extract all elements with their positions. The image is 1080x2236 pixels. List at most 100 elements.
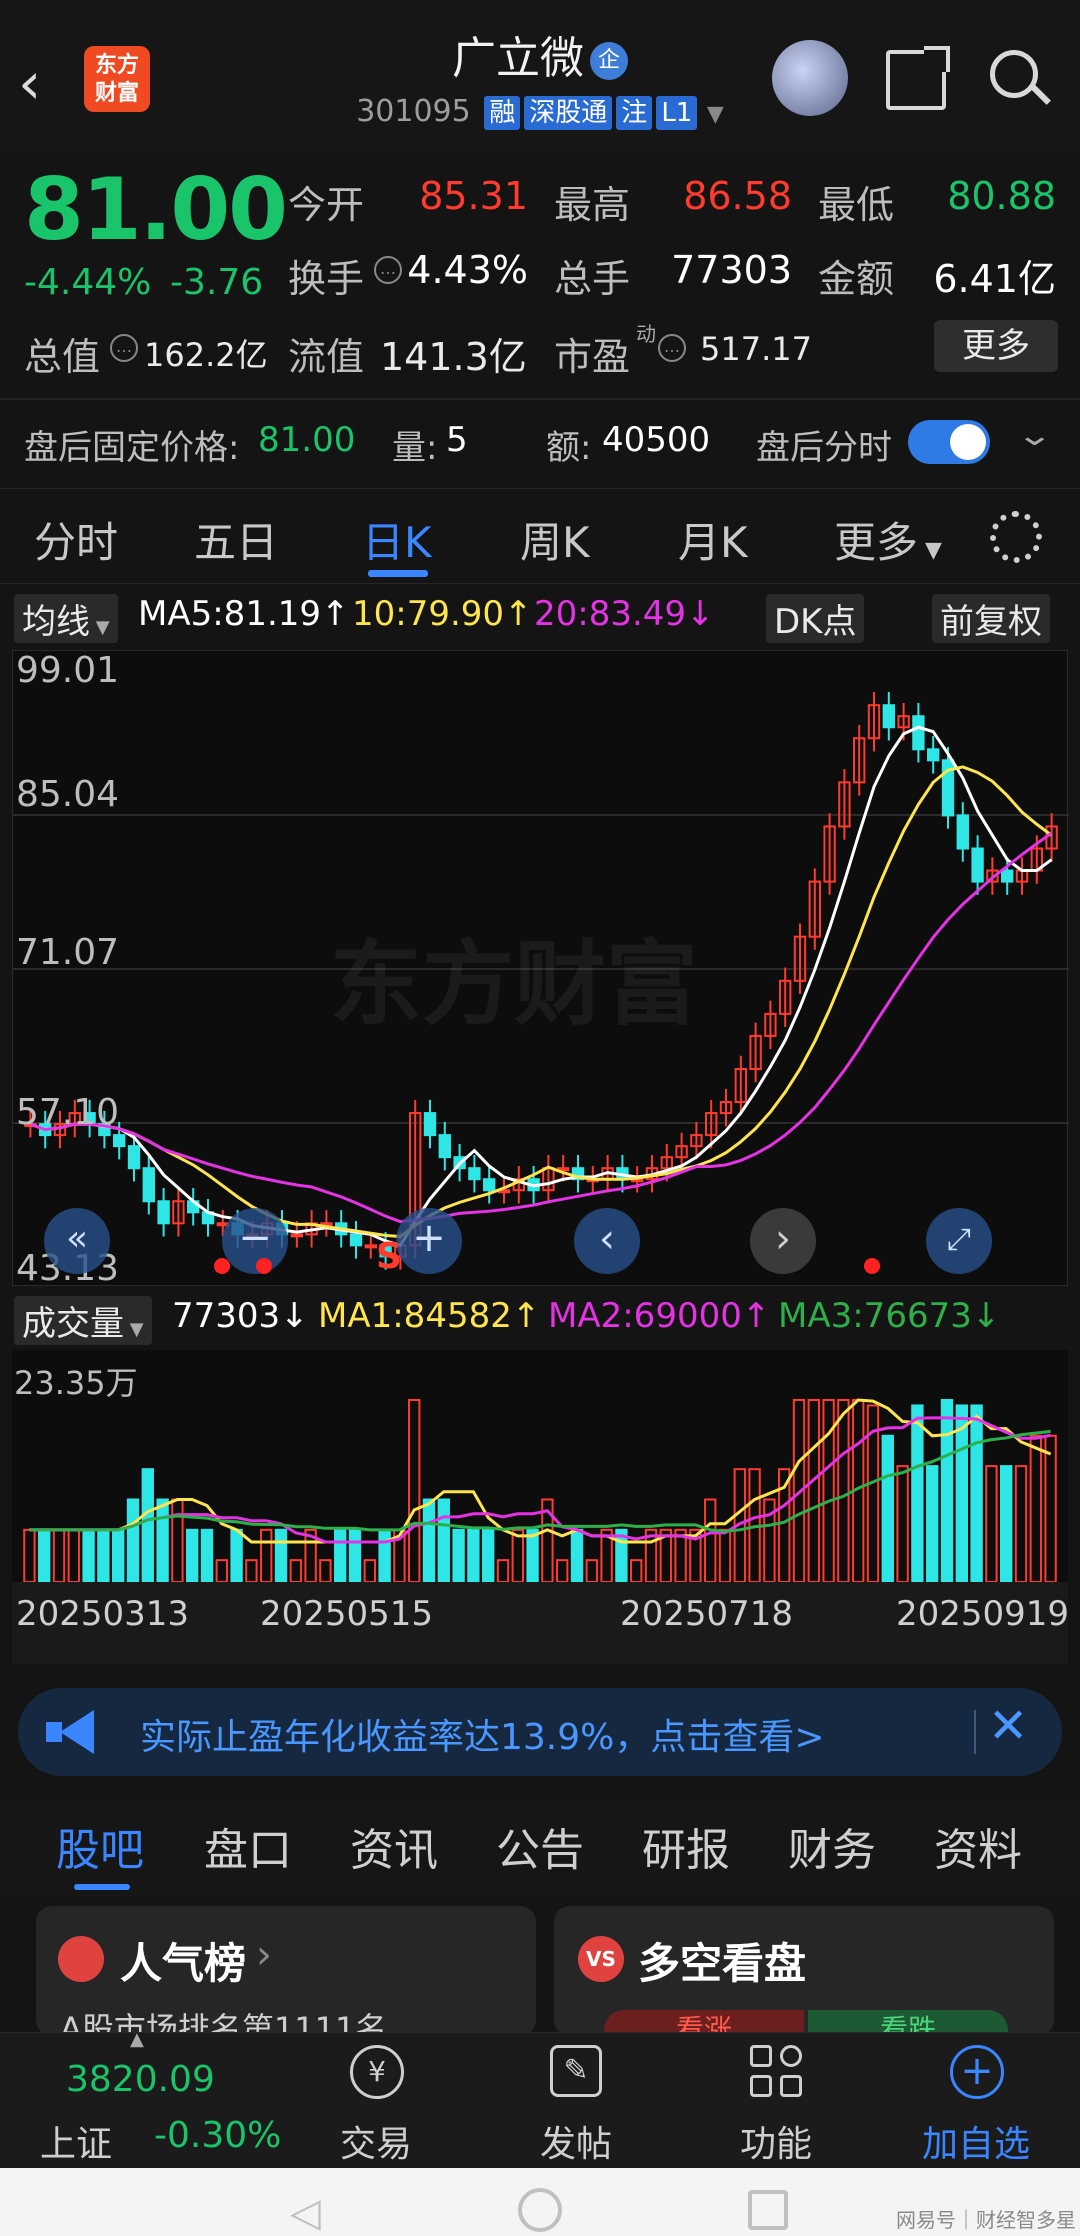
info-icon[interactable]: … xyxy=(374,256,402,284)
ah-toggle[interactable] xyxy=(908,420,990,464)
share-icon[interactable] xyxy=(886,46,950,110)
volume-chart[interactable] xyxy=(12,1350,1068,1584)
rewind-button[interactable]: « xyxy=(44,1208,110,1274)
volume-bar xyxy=(408,1399,421,1583)
open-value: 85.31 xyxy=(419,174,528,218)
close-icon[interactable]: ✕ xyxy=(988,1698,1028,1754)
volume-bar xyxy=(156,1498,169,1583)
adjust-button[interactable]: 前复权 xyxy=(932,594,1050,643)
index-value[interactable]: 3820.09 xyxy=(66,2059,215,2100)
tab-more[interactable]: 更多 ▼ xyxy=(834,509,942,570)
candle-body xyxy=(290,1233,303,1238)
candle-body xyxy=(157,1200,170,1225)
candle-body xyxy=(912,715,925,751)
banner-divider xyxy=(974,1710,976,1754)
gear-icon[interactable] xyxy=(990,511,1042,563)
tag-margin: 融 xyxy=(484,96,521,130)
popularity-title: 人气榜 xyxy=(120,1939,247,1988)
x-tick-3: 20250919 xyxy=(896,1594,1070,1634)
tab-pankou[interactable]: 盘口 xyxy=(204,1814,292,1878)
zoom-out-button[interactable]: − xyxy=(222,1208,288,1274)
qi-badge-icon: 企 xyxy=(590,42,628,80)
tab-ziliao[interactable]: 资料 xyxy=(934,1814,1022,1878)
zoom-in-button[interactable]: + xyxy=(396,1208,462,1274)
watermark: 东方财富 xyxy=(330,931,699,1038)
banner-text: 实际止盈年化收益率达13.9%，点击查看> xyxy=(140,1717,825,1758)
dropdown-icon[interactable]: ▼ xyxy=(707,102,724,127)
divider xyxy=(0,398,1080,400)
volume-bar xyxy=(363,1559,376,1584)
bull-bear-card[interactable]: VS 多空看盘 看涨 看跌 xyxy=(554,1906,1054,2050)
candle-body xyxy=(113,1134,126,1148)
volume-bar xyxy=(630,1559,643,1584)
amount-value: 6.41亿 xyxy=(933,257,1056,301)
info-icon[interactable]: … xyxy=(110,334,138,362)
tab-yuek[interactable]: 月K xyxy=(678,509,748,570)
signal-dot xyxy=(864,1258,880,1274)
tab-yanbao[interactable]: 研报 xyxy=(642,1814,730,1878)
chevron-down-icon[interactable]: ⌄ xyxy=(1016,418,1054,453)
y-tick-2: 71.07 xyxy=(16,932,120,973)
prev-button[interactable]: ‹ xyxy=(574,1208,640,1274)
volume-bar xyxy=(67,1528,80,1583)
tab-underline xyxy=(368,570,428,577)
volume-bar xyxy=(718,1528,732,1583)
pe-value: 517.17 xyxy=(700,330,812,368)
volume-bar xyxy=(437,1498,450,1583)
volume-bar xyxy=(896,1465,909,1583)
tab-zixun[interactable]: 资讯 xyxy=(350,1814,438,1878)
yen-icon: ¥ xyxy=(350,2045,404,2099)
tab-rik[interactable]: 日K xyxy=(362,509,432,570)
tag-note: 注 xyxy=(616,96,653,130)
tab-gonggao[interactable]: 公告 xyxy=(496,1814,584,1878)
sys-recent-icon[interactable] xyxy=(748,2190,788,2230)
volume-bar xyxy=(570,1528,584,1583)
candle-body xyxy=(1001,869,1014,883)
volume-bar xyxy=(141,1468,154,1583)
volume-bar xyxy=(260,1528,273,1583)
tab-wuri[interactable]: 五日 xyxy=(194,509,278,570)
volume-bar xyxy=(496,1559,510,1584)
next-button[interactable]: › xyxy=(750,1208,816,1274)
fullscreen-icon[interactable]: ⤢ xyxy=(926,1208,992,1274)
sell-marker: S xyxy=(376,1236,402,1277)
search-icon[interactable] xyxy=(990,50,1052,112)
ma-selector[interactable]: 均线 ▼ xyxy=(14,594,118,643)
grid-icon xyxy=(750,2045,804,2099)
sys-home-icon[interactable] xyxy=(518,2188,562,2232)
candle-body xyxy=(438,1134,451,1159)
tab-caiwu[interactable]: 财务 xyxy=(788,1814,876,1878)
index-change[interactable]: -0.30% xyxy=(154,2115,281,2156)
turnover-label: 换手 xyxy=(288,257,365,301)
volume-bar xyxy=(82,1528,95,1583)
vol-selector[interactable]: 成交量 ▼ xyxy=(14,1296,152,1345)
assistant-robot-icon[interactable] xyxy=(772,40,848,116)
tab-fenshi[interactable]: 分时 xyxy=(34,509,118,570)
more-button[interactable]: 更多 xyxy=(934,320,1058,372)
volume-bar xyxy=(289,1559,302,1584)
tab-zhouk[interactable]: 周K xyxy=(520,509,590,570)
volume-bar xyxy=(585,1559,598,1584)
pe-label: 市盈 xyxy=(554,335,631,379)
promo-banner[interactable]: 实际止盈年化收益率达13.9%，点击查看> ✕ xyxy=(18,1688,1062,1776)
info-icon[interactable]: … xyxy=(658,334,686,362)
candle-body xyxy=(882,704,895,729)
popularity-card[interactable]: 人气榜 › A股市场排名第1111名 xyxy=(36,1906,536,2048)
tag-l1[interactable]: L1 xyxy=(656,96,698,130)
dk-point-button[interactable]: DK点 xyxy=(766,594,865,643)
volume-bar xyxy=(348,1528,362,1583)
sys-back-icon[interactable]: ◁ xyxy=(290,2190,321,2236)
amount-label: 金额 xyxy=(818,257,895,301)
volume-value: 77303 xyxy=(671,248,792,292)
bottom-nav: ▲ 3820.09 上证 -0.30% ¥ 交易 ✎ 发帖 功能 + 加自选 xyxy=(0,2029,1080,2168)
volume-bar xyxy=(970,1404,983,1583)
ah-toggle-label: 盘后分时 xyxy=(756,428,892,468)
vol-value: 77303↓ xyxy=(172,1296,309,1336)
tab-guba[interactable]: 股吧 xyxy=(56,1814,144,1878)
turnover-value: 4.43% xyxy=(407,248,528,292)
volume-bar xyxy=(985,1465,998,1583)
date-axis: 20250313 20250515 20250718 20250919 xyxy=(12,1582,1070,1664)
index-name[interactable]: 上证 xyxy=(40,2115,112,2167)
vol-ma3: MA3:76673↓ xyxy=(778,1296,1001,1336)
open-label: 今开 xyxy=(288,183,365,227)
